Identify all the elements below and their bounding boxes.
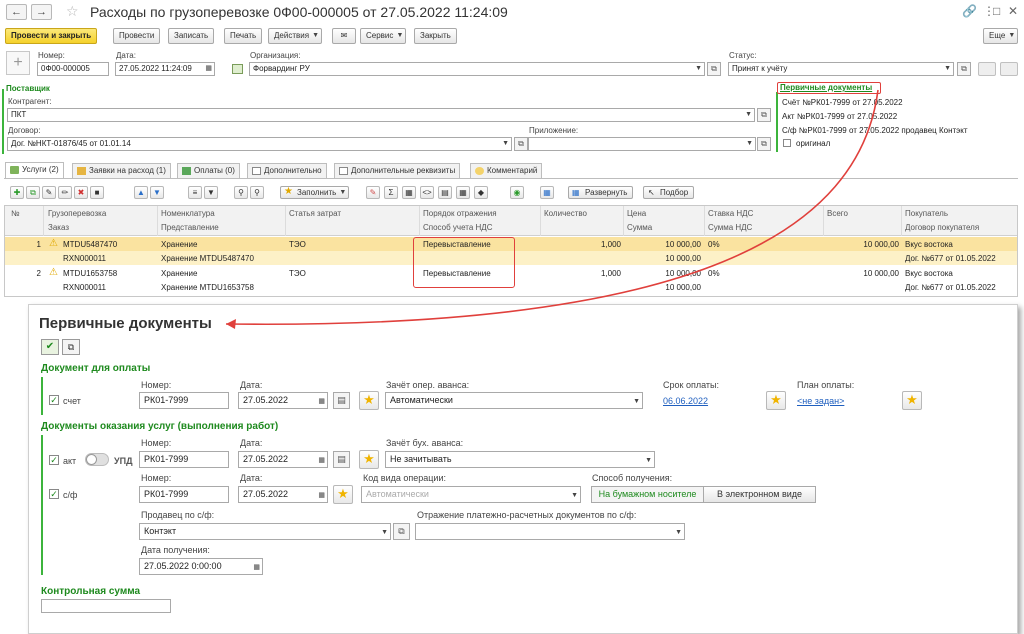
arrow-head-icon	[226, 319, 236, 329]
callout-arrow-line	[225, 89, 879, 326]
callout-arrow	[225, 89, 879, 329]
